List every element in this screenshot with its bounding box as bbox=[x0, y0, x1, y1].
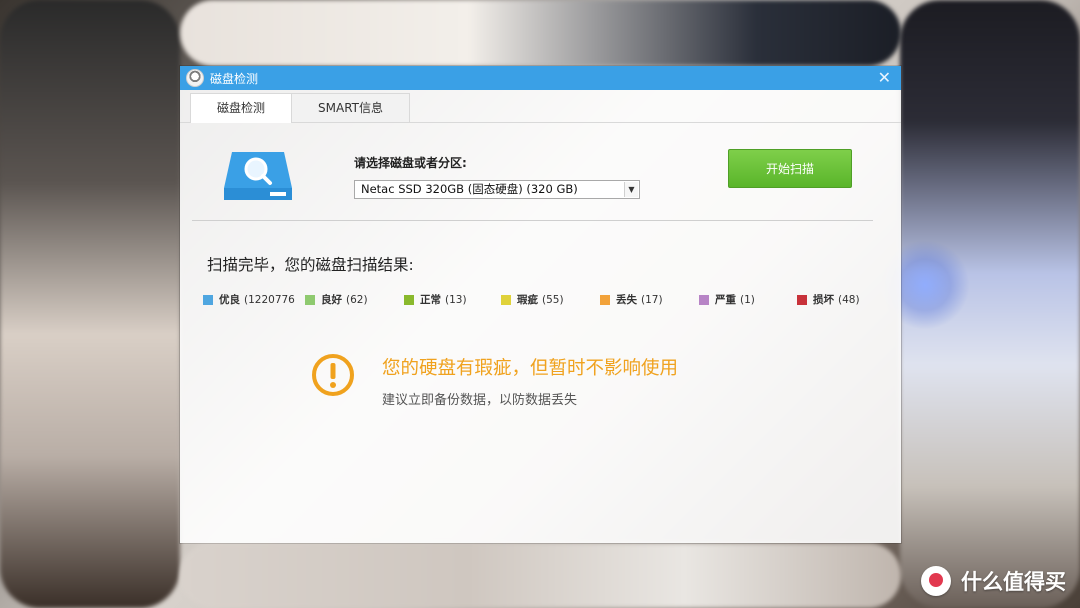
window-titlebar[interactable]: 磁盘检测 ✕ bbox=[180, 66, 901, 90]
disk-select-value: Netac SSD 320GB (固态硬盘) (320 GB) bbox=[361, 182, 578, 196]
legend-count: (62) bbox=[346, 293, 368, 306]
legend-item-normal: 正常 (13) bbox=[404, 292, 467, 307]
background-top bbox=[180, 0, 901, 66]
dropdown-arrow-icon[interactable]: ▼ bbox=[624, 182, 638, 197]
tab-smart-info[interactable]: SMART信息 bbox=[291, 93, 410, 122]
legend-swatch-defect bbox=[501, 294, 511, 305]
close-button[interactable]: ✕ bbox=[878, 68, 891, 87]
legend-swatch-excellent bbox=[203, 294, 213, 305]
watermark-logo-icon bbox=[921, 566, 951, 596]
legend-swatch-damaged bbox=[797, 294, 807, 305]
warning-subtitle: 建议立即备份数据，以防数据丢失 bbox=[382, 393, 578, 408]
warning-icon bbox=[311, 353, 355, 397]
legend-item-excellent: 优良 (1220776 bbox=[203, 292, 295, 307]
disk-check-window: 磁盘检测 ✕ 磁盘检测 SMART信息 请选择磁盘或者分区: Netac SSD… bbox=[180, 66, 901, 543]
background-left bbox=[0, 0, 180, 608]
legend-label: 正常 bbox=[420, 294, 441, 306]
legend-label: 优良 bbox=[219, 294, 240, 306]
window-title: 磁盘检测 bbox=[210, 71, 259, 86]
background-bottom bbox=[180, 543, 901, 608]
disk-select-label: 请选择磁盘或者分区: bbox=[354, 156, 467, 170]
section-divider bbox=[192, 220, 873, 221]
legend-count: (48) bbox=[838, 293, 860, 306]
legend-swatch-good bbox=[305, 294, 315, 305]
disk-scan-icon bbox=[222, 150, 294, 202]
legend-label: 损坏 bbox=[813, 294, 834, 306]
scan-result-legend: 优良 (1220776 良好 (62) 正常 (13) 瑕疵 (55) 丢失 (… bbox=[203, 292, 893, 306]
legend-label: 良好 bbox=[321, 294, 342, 306]
legend-swatch-normal bbox=[404, 294, 414, 305]
legend-swatch-lost bbox=[600, 294, 610, 305]
legend-count: (1) bbox=[740, 293, 755, 306]
legend-item-defect: 瑕疵 (55) bbox=[501, 292, 564, 307]
disk-select-dropdown[interactable]: Netac SSD 320GB (固态硬盘) (320 GB) ▼ bbox=[354, 180, 640, 199]
start-scan-button[interactable]: 开始扫描 bbox=[728, 149, 852, 188]
legend-count: (17) bbox=[641, 293, 663, 306]
legend-swatch-severe bbox=[699, 294, 709, 305]
watermark-text: 什么值得买 bbox=[961, 570, 1066, 594]
legend-count: (1220776 bbox=[244, 293, 295, 306]
legend-item-lost: 丢失 (17) bbox=[600, 292, 663, 307]
warning-title: 您的硬盘有瑕疵，但暂时不影响使用 bbox=[382, 358, 679, 379]
legend-count: (13) bbox=[445, 293, 467, 306]
app-icon bbox=[186, 69, 204, 87]
tab-disk-check[interactable]: 磁盘检测 bbox=[190, 93, 293, 123]
legend-label: 瑕疵 bbox=[517, 294, 538, 306]
legend-label: 丢失 bbox=[616, 294, 637, 306]
legend-item-damaged: 损坏 (48) bbox=[797, 292, 860, 307]
legend-label: 严重 bbox=[715, 294, 736, 306]
legend-count: (55) bbox=[542, 293, 564, 306]
legend-item-good: 良好 (62) bbox=[305, 292, 368, 307]
legend-item-severe: 严重 (1) bbox=[699, 292, 755, 307]
tab-bar: 磁盘检测 SMART信息 bbox=[180, 90, 901, 123]
scan-result-title: 扫描完毕，您的磁盘扫描结果: bbox=[207, 256, 414, 274]
watermark: 什么值得买 bbox=[921, 566, 1066, 596]
